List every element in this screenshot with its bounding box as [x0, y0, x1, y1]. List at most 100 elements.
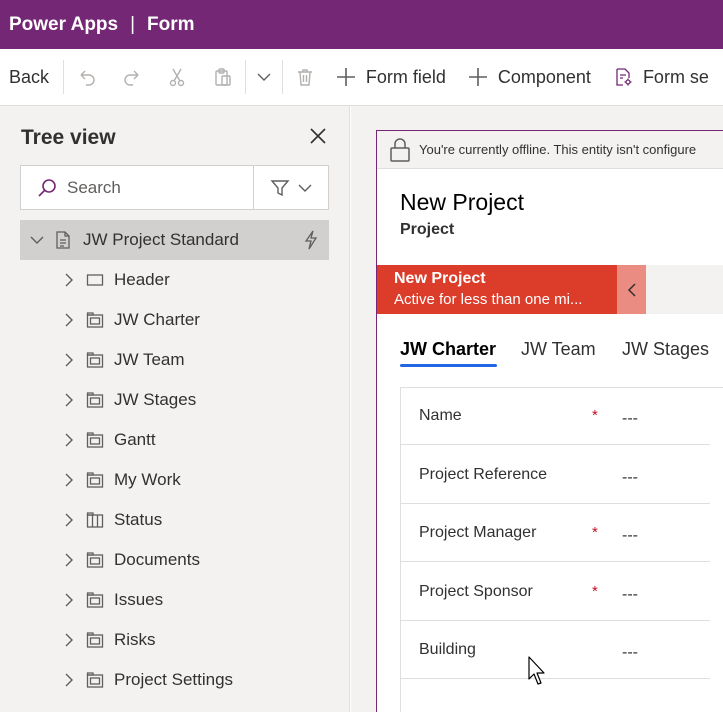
tab-icon — [86, 311, 104, 329]
record-title: New Project — [400, 189, 524, 215]
tree-item[interactable]: Project Settings — [20, 660, 329, 700]
plus-icon — [468, 68, 487, 86]
field-value[interactable]: --- — [622, 469, 638, 487]
tree-item[interactable]: Gantt — [20, 420, 329, 460]
filter-button[interactable] — [254, 166, 328, 209]
field-value[interactable]: --- — [622, 410, 638, 428]
chevron-right-icon[interactable] — [63, 552, 77, 568]
chevron-left-icon — [627, 282, 636, 297]
search-icon — [38, 178, 56, 197]
tab-icon — [86, 351, 104, 369]
field-value[interactable]: --- — [622, 644, 638, 662]
tree-item[interactable]: Issues — [20, 580, 329, 620]
title-separator: | — [130, 13, 136, 35]
more-commands-button[interactable] — [246, 49, 281, 105]
search-input[interactable] — [67, 177, 247, 198]
tree-root-label: JW Project Standard — [83, 230, 239, 249]
add-component-button[interactable]: Component — [460, 49, 605, 105]
business-process-flow: New Project Active for less than one mi.… — [377, 265, 723, 314]
tab-jw-team[interactable]: JW Team — [521, 339, 596, 360]
tab-icon — [86, 431, 104, 449]
tree-root-form[interactable]: JW Project Standard — [20, 220, 329, 260]
chevron-down-icon — [298, 184, 312, 192]
back-button[interactable]: Back — [0, 49, 63, 105]
tree-item[interactable]: JW Team — [20, 340, 329, 380]
required-marker: * — [592, 524, 598, 541]
tab-jw-charter[interactable]: JW Charter — [400, 339, 496, 360]
search-box — [20, 165, 329, 210]
cut-button[interactable] — [155, 49, 200, 105]
tab-icon — [86, 631, 104, 649]
chevron-right-icon[interactable] — [63, 472, 77, 488]
component-label: Component — [497, 66, 591, 87]
header-icon — [86, 271, 104, 289]
tree-item[interactable]: My Work — [20, 460, 329, 500]
redo-button[interactable] — [109, 49, 154, 105]
search-field[interactable] — [21, 166, 254, 209]
form-document-icon — [55, 231, 73, 249]
tree-item[interactable]: Risks — [20, 620, 329, 660]
form-field-row[interactable]: Project Sponsor * --- — [400, 563, 710, 621]
command-bar: Back Form field Component Form se — [0, 49, 723, 106]
chevron-right-icon[interactable] — [63, 352, 77, 368]
redo-icon — [124, 70, 139, 86]
tree-item[interactable]: Header — [20, 260, 329, 300]
chevron-down-icon[interactable] — [29, 232, 47, 248]
form-field-row[interactable]: Project Manager * --- — [400, 504, 710, 562]
tree-item-label: JW Team — [114, 350, 185, 369]
chevron-right-icon[interactable] — [63, 272, 77, 288]
tree-item-label: JW Stages — [114, 390, 197, 409]
tree-item-label: Risks — [114, 630, 156, 649]
bpf-active-stage[interactable]: New Project Active for less than one mi.… — [377, 265, 617, 314]
tree-item[interactable]: JW Charter — [20, 300, 329, 340]
required-marker: * — [592, 407, 598, 424]
chevron-right-icon[interactable] — [63, 632, 77, 648]
undo-button[interactable] — [64, 49, 109, 105]
field-label: Project Reference — [419, 465, 548, 483]
form-field-row[interactable]: Name * --- — [400, 387, 710, 445]
chevron-right-icon[interactable] — [63, 592, 77, 608]
lightning-icon[interactable] — [303, 230, 319, 255]
tree-item-label: Status — [114, 510, 163, 529]
chevron-right-icon[interactable] — [63, 512, 77, 528]
form-settings-button[interactable]: Form se — [605, 49, 723, 105]
tree-item-label: Gantt — [114, 430, 156, 449]
tab-icon — [86, 551, 104, 569]
chevron-right-icon[interactable] — [63, 672, 77, 688]
form-preview[interactable]: You're currently offline. This entity is… — [376, 130, 723, 712]
undo-icon — [80, 70, 95, 86]
form-settings-label: Form se — [642, 66, 709, 87]
lock-icon — [390, 137, 410, 162]
tree-item[interactable]: Status — [20, 500, 329, 540]
form-settings-icon — [616, 68, 632, 86]
delete-button[interactable] — [282, 49, 327, 105]
tab-icon — [86, 591, 104, 609]
chevron-right-icon[interactable] — [63, 432, 77, 448]
field-value[interactable]: --- — [622, 527, 638, 545]
add-form-field-button[interactable]: Form field — [328, 49, 460, 105]
form-field-row[interactable]: Building --- — [400, 621, 710, 679]
bpf-stage-status: Active for less than one mi... — [394, 291, 583, 308]
chevron-right-icon[interactable] — [63, 312, 77, 328]
chevron-down-icon — [257, 73, 271, 81]
tab-columns-icon — [86, 511, 104, 529]
field-value[interactable]: --- — [622, 586, 638, 604]
field-label: Building — [419, 641, 476, 658]
tab-icon — [86, 671, 104, 689]
paste-icon — [215, 68, 231, 86]
tab-jw-stages[interactable]: JW Stages — [622, 339, 709, 360]
bpf-collapse-button[interactable] — [617, 265, 646, 314]
close-icon — [310, 128, 326, 144]
tree-item[interactable]: Documents — [20, 540, 329, 580]
chevron-right-icon[interactable] — [63, 392, 77, 408]
close-button[interactable] — [305, 123, 331, 149]
paste-button[interactable] — [200, 49, 245, 105]
required-marker: * — [592, 582, 598, 600]
back-label: Back — [9, 66, 50, 87]
bpf-stage-name: New Project — [394, 270, 486, 287]
filter-icon — [270, 179, 290, 196]
tree-item[interactable]: JW Stages — [20, 380, 329, 420]
record-entity-name: Project — [400, 221, 455, 238]
form-field-row[interactable]: Project Reference --- — [400, 446, 710, 504]
page-name: Form — [147, 13, 195, 35]
